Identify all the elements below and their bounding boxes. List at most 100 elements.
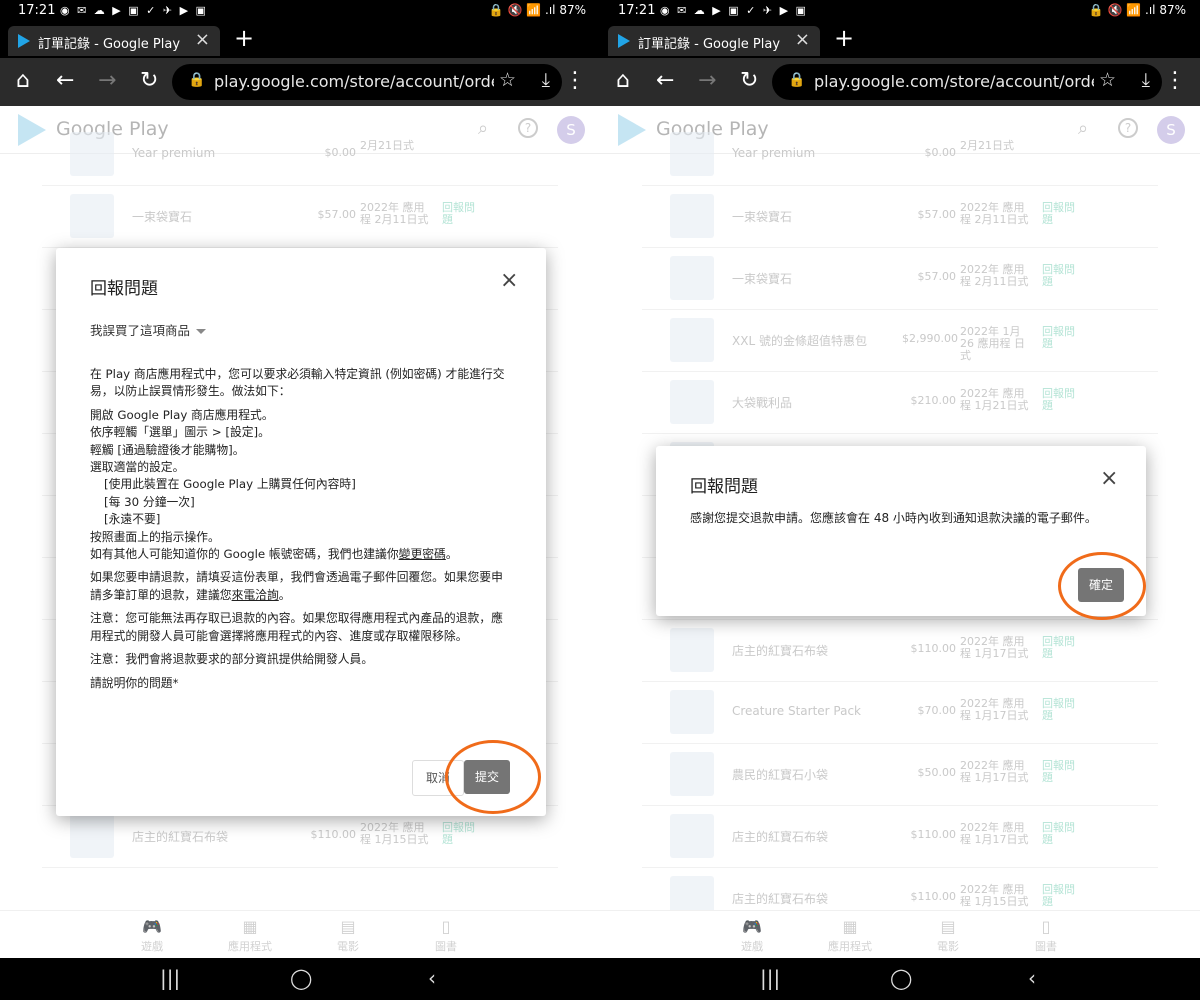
home-icon[interactable]: ⌂: [16, 68, 30, 93]
browser-menu-icon[interactable]: ⋮: [564, 68, 586, 93]
chevron-down-icon: [196, 329, 207, 334]
reload-icon[interactable]: ↻: [140, 68, 158, 93]
bottom-nav-item[interactable]: ▯ 圖書: [416, 917, 476, 954]
browser-tab[interactable]: 訂單記錄 - Google Play ×: [8, 26, 220, 56]
item-name: 一束袋寶石: [732, 210, 793, 224]
order-row: Year premium $0.00 2月21日式: [42, 124, 558, 186]
system-status: 🔒 🔇 📶 .ıl 87%: [488, 3, 586, 17]
item-date: 2022年 應用程 1月17日式: [960, 821, 1029, 846]
item-price: $57.00: [917, 270, 957, 283]
nav-icon: 🎮: [142, 917, 162, 936]
call-us-link[interactable]: 來電洽詢: [232, 588, 279, 602]
browser-menu-icon[interactable]: ⋮: [1164, 68, 1186, 93]
bookmark-star-icon[interactable]: ☆: [499, 69, 516, 91]
tab-title: 訂單記錄 - Google Play: [38, 37, 181, 52]
report-problem-link[interactable]: 回報問 題: [1042, 388, 1082, 412]
item-name: 一束袋寶石: [132, 210, 193, 224]
follow-text: 按照畫面上的指示操作。: [90, 529, 220, 544]
nav-label: 遊戲: [741, 940, 763, 953]
report-problem-link[interactable]: 回報問 題: [1042, 326, 1082, 350]
browser-tab[interactable]: 訂單記錄 - Google Play ×: [608, 26, 820, 56]
tab-close-icon[interactable]: ×: [795, 29, 810, 50]
item-price: $2,990.00: [902, 332, 958, 345]
bookmark-star-icon[interactable]: ☆: [1099, 69, 1116, 91]
report-problem-dialog: 回報問題 × 我誤買了這項商品 在 Play 商店應用程式中，您可以要求必須輸入…: [56, 248, 546, 816]
nav-label: 電影: [937, 940, 959, 953]
report-problem-link[interactable]: 回報問 題: [1042, 636, 1082, 660]
dialog-title: 回報問題: [690, 477, 758, 497]
item-price: $50.00: [917, 766, 957, 779]
nav-icon: ▯: [441, 917, 451, 936]
lock-icon: 🔒: [788, 72, 806, 88]
back-icon[interactable]: ←: [656, 68, 674, 93]
address-bar[interactable]: 🔒 play.google.com/store/account/orderhis…: [772, 64, 1162, 100]
reload-icon[interactable]: ↻: [740, 68, 758, 93]
reason-dropdown[interactable]: 我誤買了這項商品: [90, 320, 207, 339]
url-text[interactable]: play.google.com/store/account/orderhis: [214, 72, 494, 91]
report-problem-link[interactable]: 回報問 題: [1042, 202, 1082, 226]
home-button-icon[interactable]: ◯: [890, 966, 912, 990]
new-tab-icon[interactable]: +: [834, 24, 854, 52]
avatar[interactable]: S: [557, 116, 585, 144]
dialog-title: 回報問題: [90, 279, 158, 299]
password-text-post: 。: [445, 547, 458, 562]
item-price: $0.00: [924, 146, 957, 159]
close-icon[interactable]: ×: [1100, 466, 1118, 491]
back-button-icon[interactable]: ‹: [1028, 966, 1036, 990]
option-1: [使用此裝置在 Google Play 上購買任何內容時]: [104, 477, 356, 492]
download-icon[interactable]: ⤓: [1142, 69, 1150, 91]
item-date: 2月21日式: [960, 139, 1014, 152]
back-button-icon[interactable]: ‹: [428, 966, 436, 990]
password-text-pre: 如有其他人可能知道你的 Google 帳號密碼，我們也建議你: [90, 547, 399, 562]
notification-icons: ◉ ✉ ☁ ▶ ▣ ✓ ✈ ▶ ▣: [60, 4, 208, 17]
app-thumbnail: [670, 690, 714, 734]
order-row: 一束袋寶石 $57.00 2022年 應用程 2月11日式 回報問 題: [42, 186, 558, 248]
app-thumbnail: [70, 132, 114, 176]
report-problem-link[interactable]: 回報問 題: [442, 822, 482, 846]
recents-icon[interactable]: |||: [760, 966, 780, 990]
report-problem-link[interactable]: 回報問 題: [1042, 698, 1082, 722]
bottom-nav-item[interactable]: ▦ 應用程式: [220, 917, 280, 954]
app-thumbnail: [670, 256, 714, 300]
app-thumbnail: [670, 814, 714, 858]
report-problem-link[interactable]: 回報問 題: [1042, 760, 1082, 784]
forward-icon[interactable]: →: [698, 68, 716, 93]
new-tab-icon[interactable]: +: [234, 24, 254, 52]
app-thumbnail: [70, 814, 114, 858]
bottom-nav-item[interactable]: 🎮 遊戲: [122, 917, 182, 954]
avatar[interactable]: S: [1157, 116, 1185, 144]
bottom-nav-item[interactable]: ▯ 圖書: [1016, 917, 1076, 954]
bottom-nav-item[interactable]: ▤ 電影: [318, 917, 378, 954]
report-problem-link[interactable]: 回報問 題: [1042, 884, 1082, 908]
nav-label: 圖書: [1035, 940, 1057, 953]
order-row: 一束袋寶石 $57.00 2022年 應用程 2月11日式 回報問 題: [642, 248, 1158, 310]
item-name: 一束袋寶石: [732, 272, 793, 286]
report-problem-link[interactable]: 回報問 題: [442, 202, 482, 226]
close-icon[interactable]: ×: [500, 268, 518, 293]
item-date: 2022年 1月26 應用程 日 式: [960, 325, 1025, 362]
change-password-link[interactable]: 變更密碼: [399, 547, 446, 561]
note-2: 注意：我們會將退款要求的部分資訊提供給開發人員。: [90, 652, 374, 667]
forward-icon[interactable]: →: [98, 68, 116, 93]
order-row: XXL 號的金條超值特惠包 $2,990.00 2022年 1月26 應用程 日 式…: [642, 310, 1158, 372]
recents-icon[interactable]: |||: [160, 966, 180, 990]
bottom-nav-item[interactable]: ▤ 電影: [918, 917, 978, 954]
app-thumbnail: [670, 318, 714, 362]
url-text[interactable]: play.google.com/store/account/orderhis: [814, 72, 1094, 91]
back-icon[interactable]: ←: [56, 68, 74, 93]
address-bar[interactable]: 🔒 play.google.com/store/account/orderhis…: [172, 64, 562, 100]
status-time: 17:21: [618, 3, 656, 18]
app-thumbnail: [670, 628, 714, 672]
report-problem-link[interactable]: 回報問 題: [1042, 264, 1082, 288]
nav-icon: 🎮: [742, 917, 762, 936]
report-problem-link[interactable]: 回報問 題: [1042, 822, 1082, 846]
bottom-nav-item[interactable]: ▦ 應用程式: [820, 917, 880, 954]
tab-close-icon[interactable]: ×: [195, 29, 210, 50]
home-button-icon[interactable]: ◯: [290, 966, 312, 990]
bottom-nav-item[interactable]: 🎮 遊戲: [722, 917, 782, 954]
home-icon[interactable]: ⌂: [616, 68, 630, 93]
app-thumbnail: [670, 132, 714, 176]
item-price: $110.00: [910, 890, 957, 903]
download-icon[interactable]: ⤓: [542, 69, 550, 91]
item-name: 農民的紅寶石小袋: [732, 768, 829, 782]
